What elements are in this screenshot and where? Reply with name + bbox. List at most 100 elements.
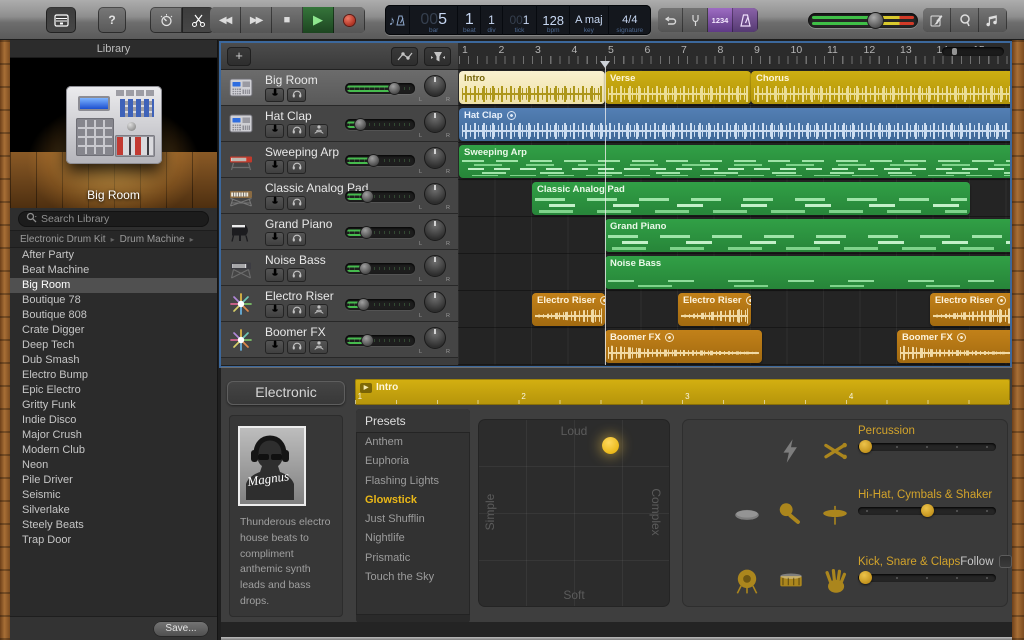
library-item-gritty-funk[interactable]: Gritty Funk	[10, 398, 217, 413]
lcd-key[interactable]: A maj key	[570, 5, 609, 35]
group-slider-knob[interactable]	[858, 440, 872, 453]
genre-button[interactable]: Electronic	[227, 381, 345, 405]
count-in-button[interactable]: 1234	[708, 8, 733, 32]
search-input[interactable]: Search Library	[18, 211, 209, 227]
lightning-icon[interactable]	[776, 436, 806, 471]
preset-prismatic[interactable]: Prismatic	[356, 549, 470, 568]
add-track-button[interactable]: +	[227, 47, 251, 66]
tuner-button[interactable]	[683, 8, 708, 32]
pan-knob[interactable]	[424, 219, 446, 241]
timeline-ruler[interactable]: 123456789101112131415	[458, 43, 1010, 70]
volume-slider[interactable]	[345, 154, 415, 167]
region-intro[interactable]: Intro	[459, 71, 605, 104]
preset-glowstick[interactable]: Glowstick	[356, 491, 470, 510]
solo-button[interactable]	[287, 232, 306, 246]
quick-help-button[interactable]: ?	[98, 7, 126, 33]
xy-pad-puck[interactable]	[601, 437, 619, 455]
preset-just-shufflin[interactable]: Just Shufflin	[356, 510, 470, 529]
library-item-neon[interactable]: Neon	[10, 458, 217, 473]
library-toggle-button[interactable]	[46, 7, 76, 33]
pan-knob[interactable]	[424, 255, 446, 277]
library-item-indie-disco[interactable]: Indie Disco	[10, 413, 217, 428]
volume-slider[interactable]	[345, 82, 415, 95]
track-header-sweeping-arp[interactable]: Sweeping Arp L R	[221, 142, 458, 178]
follow-checkbox[interactable]	[998, 555, 1012, 568]
library-item-beat-machine[interactable]: Beat Machine	[10, 263, 217, 278]
volume-knob[interactable]	[361, 334, 375, 347]
track-header-big-room[interactable]: Big Room L R	[221, 70, 458, 106]
master-volume-knob[interactable]	[867, 12, 885, 29]
volume-knob[interactable]	[358, 262, 372, 275]
input-button[interactable]	[309, 124, 328, 138]
preset-anthem[interactable]: Anthem	[356, 433, 470, 452]
lcd-mode-segment[interactable]: ♪	[385, 5, 411, 35]
play-region-icon[interactable]: ▶	[360, 382, 372, 393]
volume-slider[interactable]	[345, 226, 415, 239]
mute-button[interactable]	[265, 160, 284, 174]
track-header-classic-analog-pad[interactable]: Classic Analog Pad L R	[221, 178, 458, 214]
region-verse[interactable]: Verse	[605, 71, 751, 104]
volume-slider[interactable]	[345, 334, 415, 347]
library-item-electro-bump[interactable]: Electro Bump	[10, 368, 217, 383]
group-slider[interactable]	[858, 571, 996, 584]
volume-knob[interactable]	[367, 154, 380, 167]
volume-slider[interactable]	[345, 298, 415, 311]
library-item-big-room[interactable]: Big Room	[10, 278, 217, 293]
solo-button[interactable]	[287, 124, 306, 138]
region-boomer-fx[interactable]: Boomer FX	[605, 330, 762, 363]
gong-drum-icon[interactable]	[732, 566, 762, 601]
tambourine-icon[interactable]	[732, 500, 762, 535]
solo-button[interactable]	[287, 88, 306, 102]
pan-knob[interactable]	[424, 327, 446, 349]
region-grand-piano[interactable]: Grand Piano	[605, 219, 1010, 252]
region-electro-riser[interactable]: Electro Riser	[678, 293, 751, 326]
solo-button[interactable]	[287, 160, 306, 174]
volume-slider[interactable]	[345, 118, 415, 131]
library-item-steely-beats[interactable]: Steely Beats	[10, 518, 217, 533]
library-item-deep-tech[interactable]: Deep Tech	[10, 338, 217, 353]
library-item-trap-door[interactable]: Trap Door	[10, 533, 217, 548]
region-hat-clap[interactable]: Hat Clap	[459, 108, 1010, 141]
xy-pad[interactable]: Loud Soft Simple Complex	[478, 419, 670, 607]
lcd-signature[interactable]: 4/4 signature	[609, 5, 651, 35]
track-header-noise-bass[interactable]: Noise Bass L R	[221, 250, 458, 286]
pan-knob[interactable]	[424, 291, 446, 313]
note-pad-button[interactable]	[923, 8, 951, 32]
mute-button[interactable]	[265, 124, 284, 138]
smart-controls-button[interactable]	[150, 7, 182, 33]
pan-knob[interactable]	[424, 75, 446, 97]
play-button[interactable]: ▶	[303, 7, 334, 33]
solo-button[interactable]	[287, 268, 306, 282]
input-button[interactable]	[309, 340, 328, 354]
group-slider-knob[interactable]	[921, 504, 934, 517]
library-item-crate-digger[interactable]: Crate Digger	[10, 323, 217, 338]
volume-slider[interactable]	[345, 190, 415, 203]
region-mini-timeline[interactable]: ▶ Intro 1 2 3 4	[355, 379, 1010, 405]
preset-euphoria[interactable]: Euphoria	[356, 452, 470, 471]
playhead[interactable]	[600, 61, 610, 365]
solo-button[interactable]	[287, 304, 306, 318]
region-chorus[interactable]: Chorus	[751, 71, 1010, 104]
library-item-silverlake[interactable]: Silverlake	[10, 503, 217, 518]
mute-button[interactable]	[265, 304, 284, 318]
mute-button[interactable]	[265, 340, 284, 354]
preset-touch-the-sky[interactable]: Touch the Sky	[356, 568, 470, 587]
snare-drum-icon[interactable]	[776, 566, 806, 601]
breadcrumb-item[interactable]: Electronic Drum Kit	[20, 234, 106, 245]
volume-knob[interactable]	[361, 190, 375, 203]
mute-button[interactable]	[265, 232, 284, 246]
mute-button[interactable]	[265, 196, 284, 210]
group-slider[interactable]	[858, 504, 996, 517]
region-boomer-fx[interactable]: Boomer FX	[897, 330, 1010, 363]
save-button[interactable]: Save...	[153, 621, 209, 637]
library-item-dub-smash[interactable]: Dub Smash	[10, 353, 217, 368]
region-sweeping-arp[interactable]: Sweeping Arp	[459, 145, 1010, 178]
track-header-boomer-fx[interactable]: Boomer FX L R	[221, 322, 458, 358]
library-item-epic-electro[interactable]: Epic Electro	[10, 383, 217, 398]
track-filter-button[interactable]	[424, 47, 451, 66]
group-slider-knob[interactable]	[858, 571, 872, 584]
timeline-area[interactable]: 123456789101112131415 IntroVerseChorus Ha…	[458, 43, 1010, 365]
library-item-major-crush[interactable]: Major Crush	[10, 428, 217, 443]
volume-knob[interactable]	[360, 226, 373, 239]
library-item-after-party[interactable]: After Party	[10, 248, 217, 263]
